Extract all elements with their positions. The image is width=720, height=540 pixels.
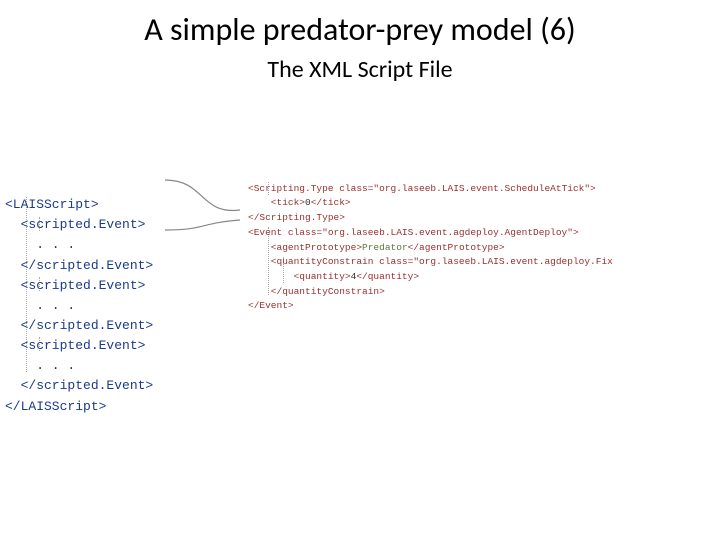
xml-tag: <tick> [248,197,305,208]
slide-subtitle: The XML Script File [0,55,720,84]
xml-tag: </scripted.Event> [5,318,153,333]
xml-tag: </quantity> [356,271,419,282]
xml-tag: </quantityConstrain> [248,286,385,297]
ellipsis: . . . [5,358,75,373]
xml-tag: <scripted.Event> [5,217,145,232]
slide-title: A simple predator-prey model (6) [0,10,720,49]
xml-tag: <Event class="org.laseeb.LAIS.event.agde… [248,227,579,238]
xml-text: Predator [362,242,408,253]
xml-tag: </Scripting.Type> [248,212,345,223]
xml-tag: <quantity> [248,271,351,282]
xml-tag: </LAISScript> [5,399,106,414]
xml-tag: </Event> [248,300,294,311]
xml-tag: </scripted.Event> [5,258,153,273]
left-xml-block: <LAISScript> <scripted.Event> . . . </sc… [5,175,153,417]
callout-brace [145,155,255,355]
ellipsis: . . . [5,237,75,252]
xml-tag: <scripted.Event> [5,338,145,353]
ellipsis: . . . [5,298,75,313]
xml-tag: <LAISScript> [5,197,99,212]
xml-tag: </agentPrototype> [408,242,505,253]
xml-tag: </scripted.Event> [5,378,153,393]
xml-tag: <Scripting.Type class="org.laseeb.LAIS.e… [248,183,596,194]
xml-tag: </tick> [311,197,351,208]
xml-tag: <scripted.Event> [5,278,145,293]
xml-tag: <agentPrototype> [248,242,362,253]
xml-tag: <quantityConstrain class="org.laseeb.LAI… [248,256,613,267]
right-xml-block: <Scripting.Type class="org.laseeb.LAIS.e… [248,167,613,314]
